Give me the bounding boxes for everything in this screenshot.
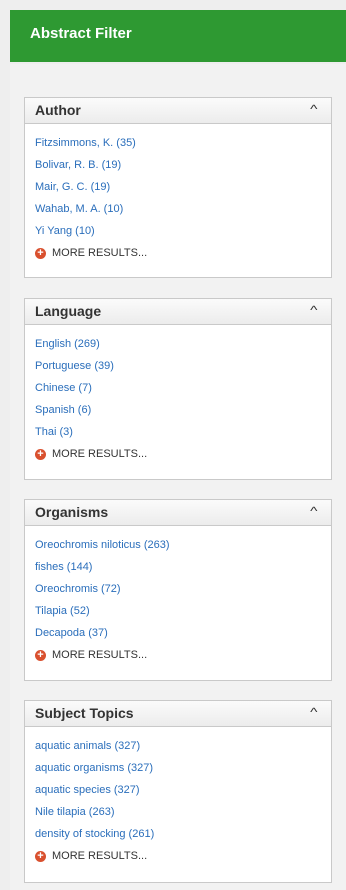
facet-item[interactable]: Tilapia (52) <box>35 600 331 622</box>
more-results-link[interactable]: + MORE RESULTS... <box>35 845 331 867</box>
more-results-label: MORE RESULTS... <box>52 247 148 259</box>
plus-circle-icon: + <box>35 448 46 460</box>
more-results-label: MORE RESULTS... <box>52 649 148 661</box>
facet-item[interactable]: aquatic species (327) <box>35 779 331 801</box>
chevron-up-icon[interactable]: ^ <box>311 705 318 719</box>
facet-subject-topics: Subject Topics ^ aquatic animals (327) a… <box>24 700 332 883</box>
more-results-link[interactable]: + MORE RESULTS... <box>35 644 331 666</box>
facet-item[interactable]: Mair, G. C. (19) <box>35 176 331 198</box>
facet-subject-topics-header[interactable]: Subject Topics ^ <box>25 701 331 727</box>
facet-item[interactable]: Bolivar, R. B. (19) <box>35 154 331 176</box>
abstract-filter-title: Abstract Filter <box>30 25 132 42</box>
facet-item[interactable]: Portuguese (39) <box>35 355 331 377</box>
facet-item[interactable]: Decapoda (37) <box>35 622 331 644</box>
facet-item[interactable]: Spanish (6) <box>35 399 331 421</box>
chevron-up-icon[interactable]: ^ <box>311 504 318 518</box>
chevron-up-icon[interactable]: ^ <box>311 102 318 116</box>
plus-circle-icon: + <box>35 649 46 661</box>
chevron-up-icon[interactable]: ^ <box>311 303 318 317</box>
facet-title: Author <box>35 102 81 118</box>
facet-item[interactable]: Chinese (7) <box>35 377 331 399</box>
facet-item[interactable]: Oreochromis niloticus (263) <box>35 534 331 556</box>
more-results-label: MORE RESULTS... <box>52 448 148 460</box>
facet-language: Language ^ English (269) Portuguese (39)… <box>24 298 332 480</box>
plus-circle-icon: + <box>35 850 46 862</box>
facet-item[interactable]: density of stocking (261) <box>35 823 331 845</box>
facet-item[interactable]: Nile tilapia (263) <box>35 801 331 823</box>
more-results-label: MORE RESULTS... <box>52 850 148 862</box>
facet-author-header[interactable]: Author ^ <box>25 98 331 124</box>
facet-language-header[interactable]: Language ^ <box>25 299 331 325</box>
facet-title: Organisms <box>35 504 109 520</box>
facet-item[interactable]: Wahab, M. A. (10) <box>35 198 331 220</box>
facet-item[interactable]: Fitzsimmons, K. (35) <box>35 132 331 154</box>
facet-item[interactable]: fishes (144) <box>35 556 331 578</box>
facet-organisms: Organisms ^ Oreochromis niloticus (263) … <box>24 499 332 681</box>
facet-item[interactable]: Yi Yang (10) <box>35 220 331 242</box>
plus-circle-icon: + <box>35 247 46 259</box>
facet-author: Author ^ Fitzsimmons, K. (35) Bolivar, R… <box>24 97 332 278</box>
facet-item[interactable]: Thai (3) <box>35 421 331 443</box>
abstract-filter-header: Abstract Filter <box>10 10 346 62</box>
facet-item[interactable]: Oreochromis (72) <box>35 578 331 600</box>
more-results-link[interactable]: + MORE RESULTS... <box>35 443 331 465</box>
facet-organisms-header[interactable]: Organisms ^ <box>25 500 331 526</box>
facet-item[interactable]: aquatic organisms (327) <box>35 757 331 779</box>
facet-item[interactable]: English (269) <box>35 333 331 355</box>
facet-title: Language <box>35 303 102 319</box>
more-results-link[interactable]: + MORE RESULTS... <box>35 242 331 264</box>
facet-item[interactable]: aquatic animals (327) <box>35 735 331 757</box>
facet-title: Subject Topics <box>35 705 134 721</box>
